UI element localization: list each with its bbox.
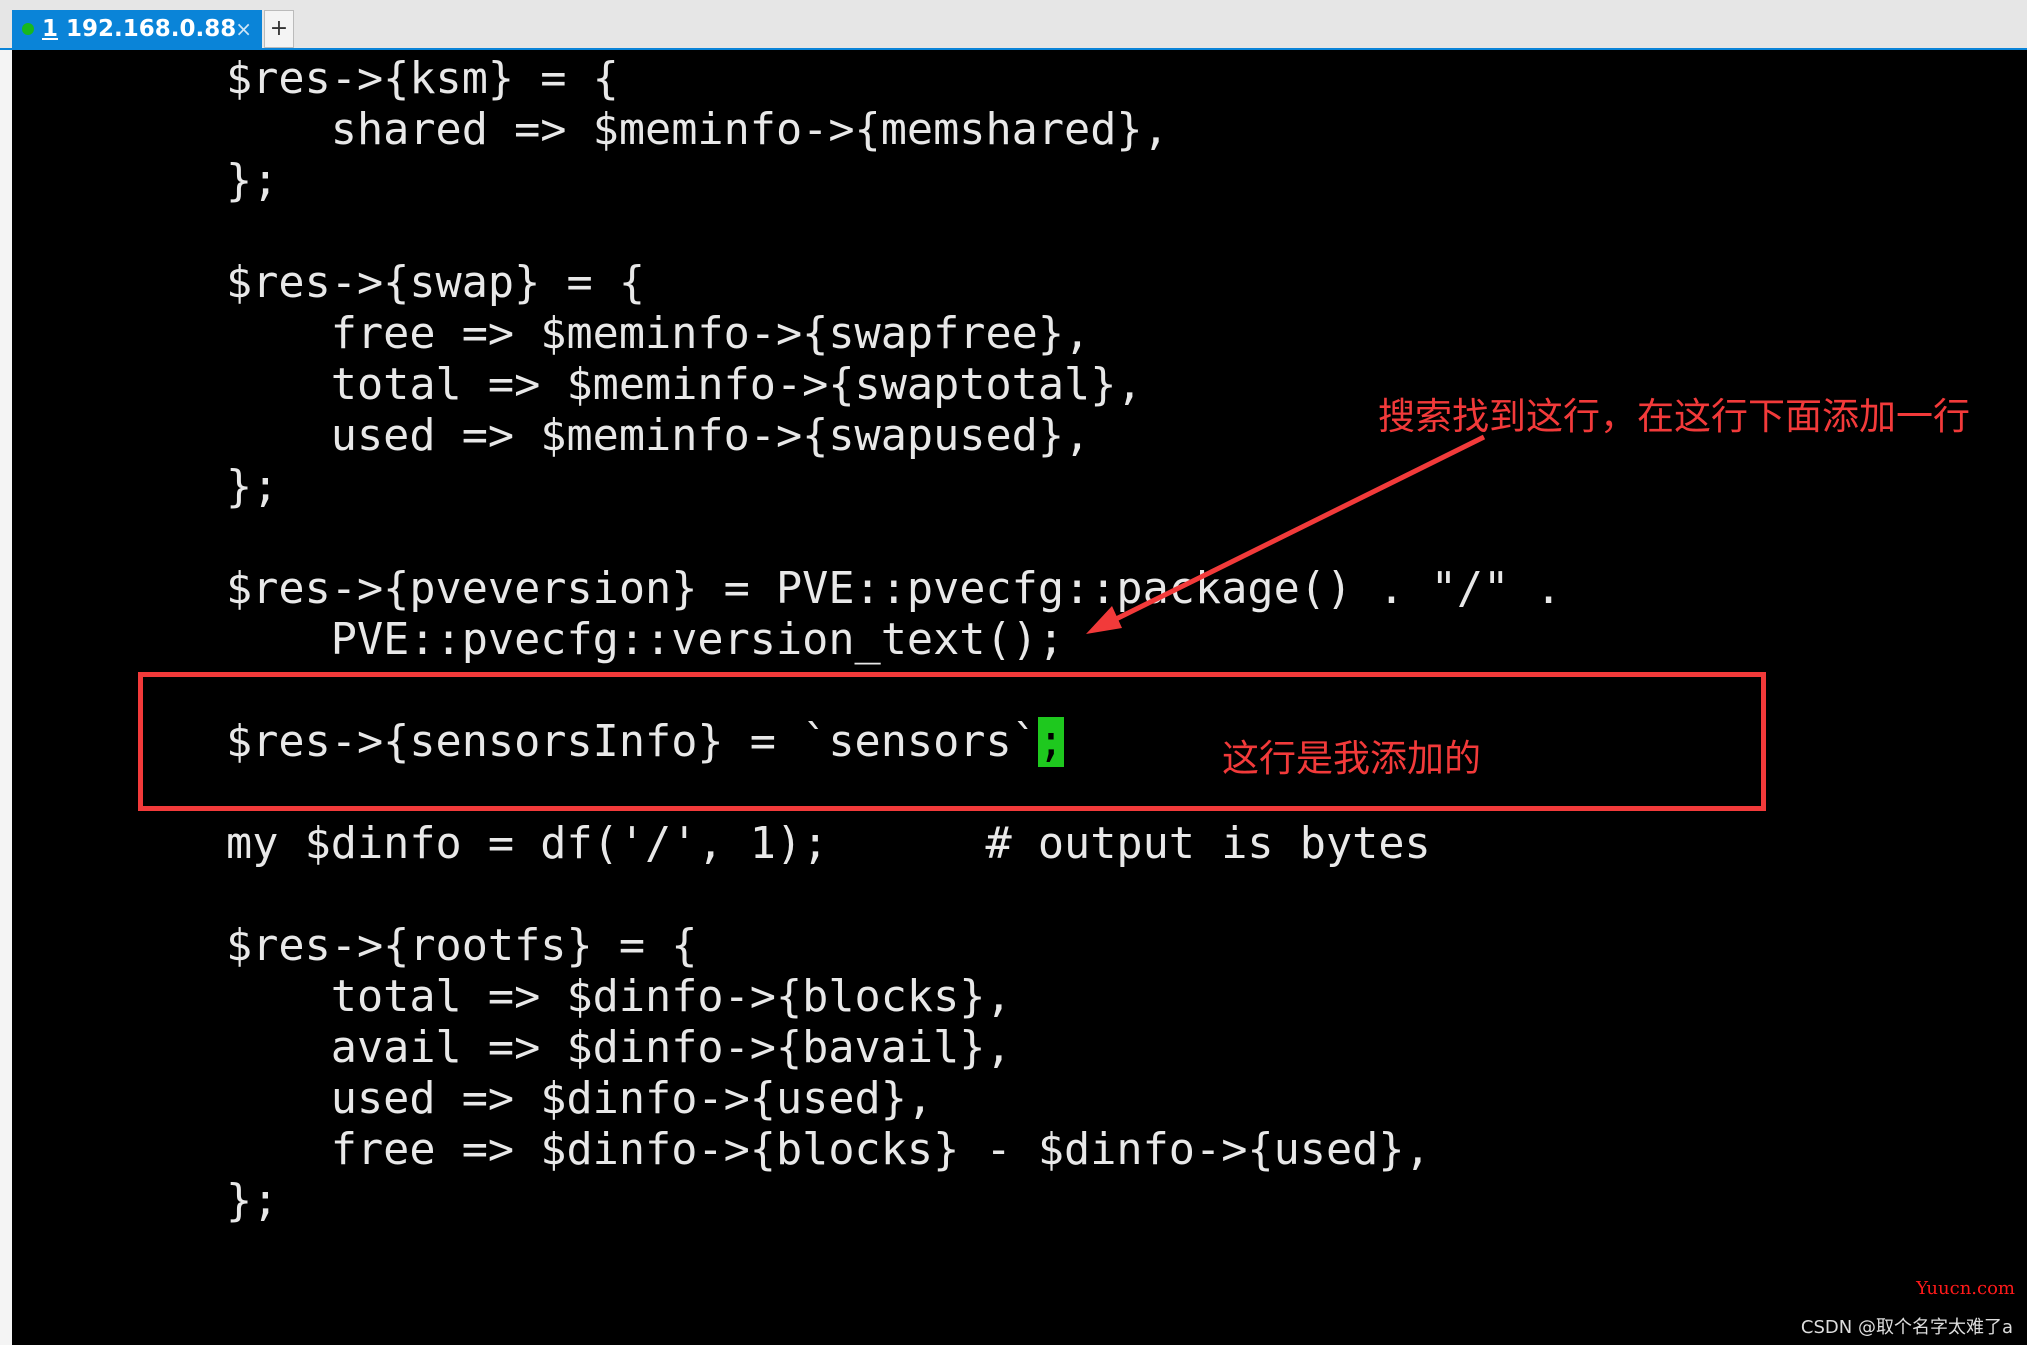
annotation-arrow (1086, 434, 1486, 634)
author-watermark: CSDN @取个名字太难了a (1800, 1317, 2013, 1338)
added-annotation: 这行是我添加的 (1222, 737, 1481, 780)
search-annotation: 搜索找到这行，在这行下面添加一行 (1378, 395, 1970, 438)
site-watermark: Yuucn.com (1916, 1278, 2015, 1299)
